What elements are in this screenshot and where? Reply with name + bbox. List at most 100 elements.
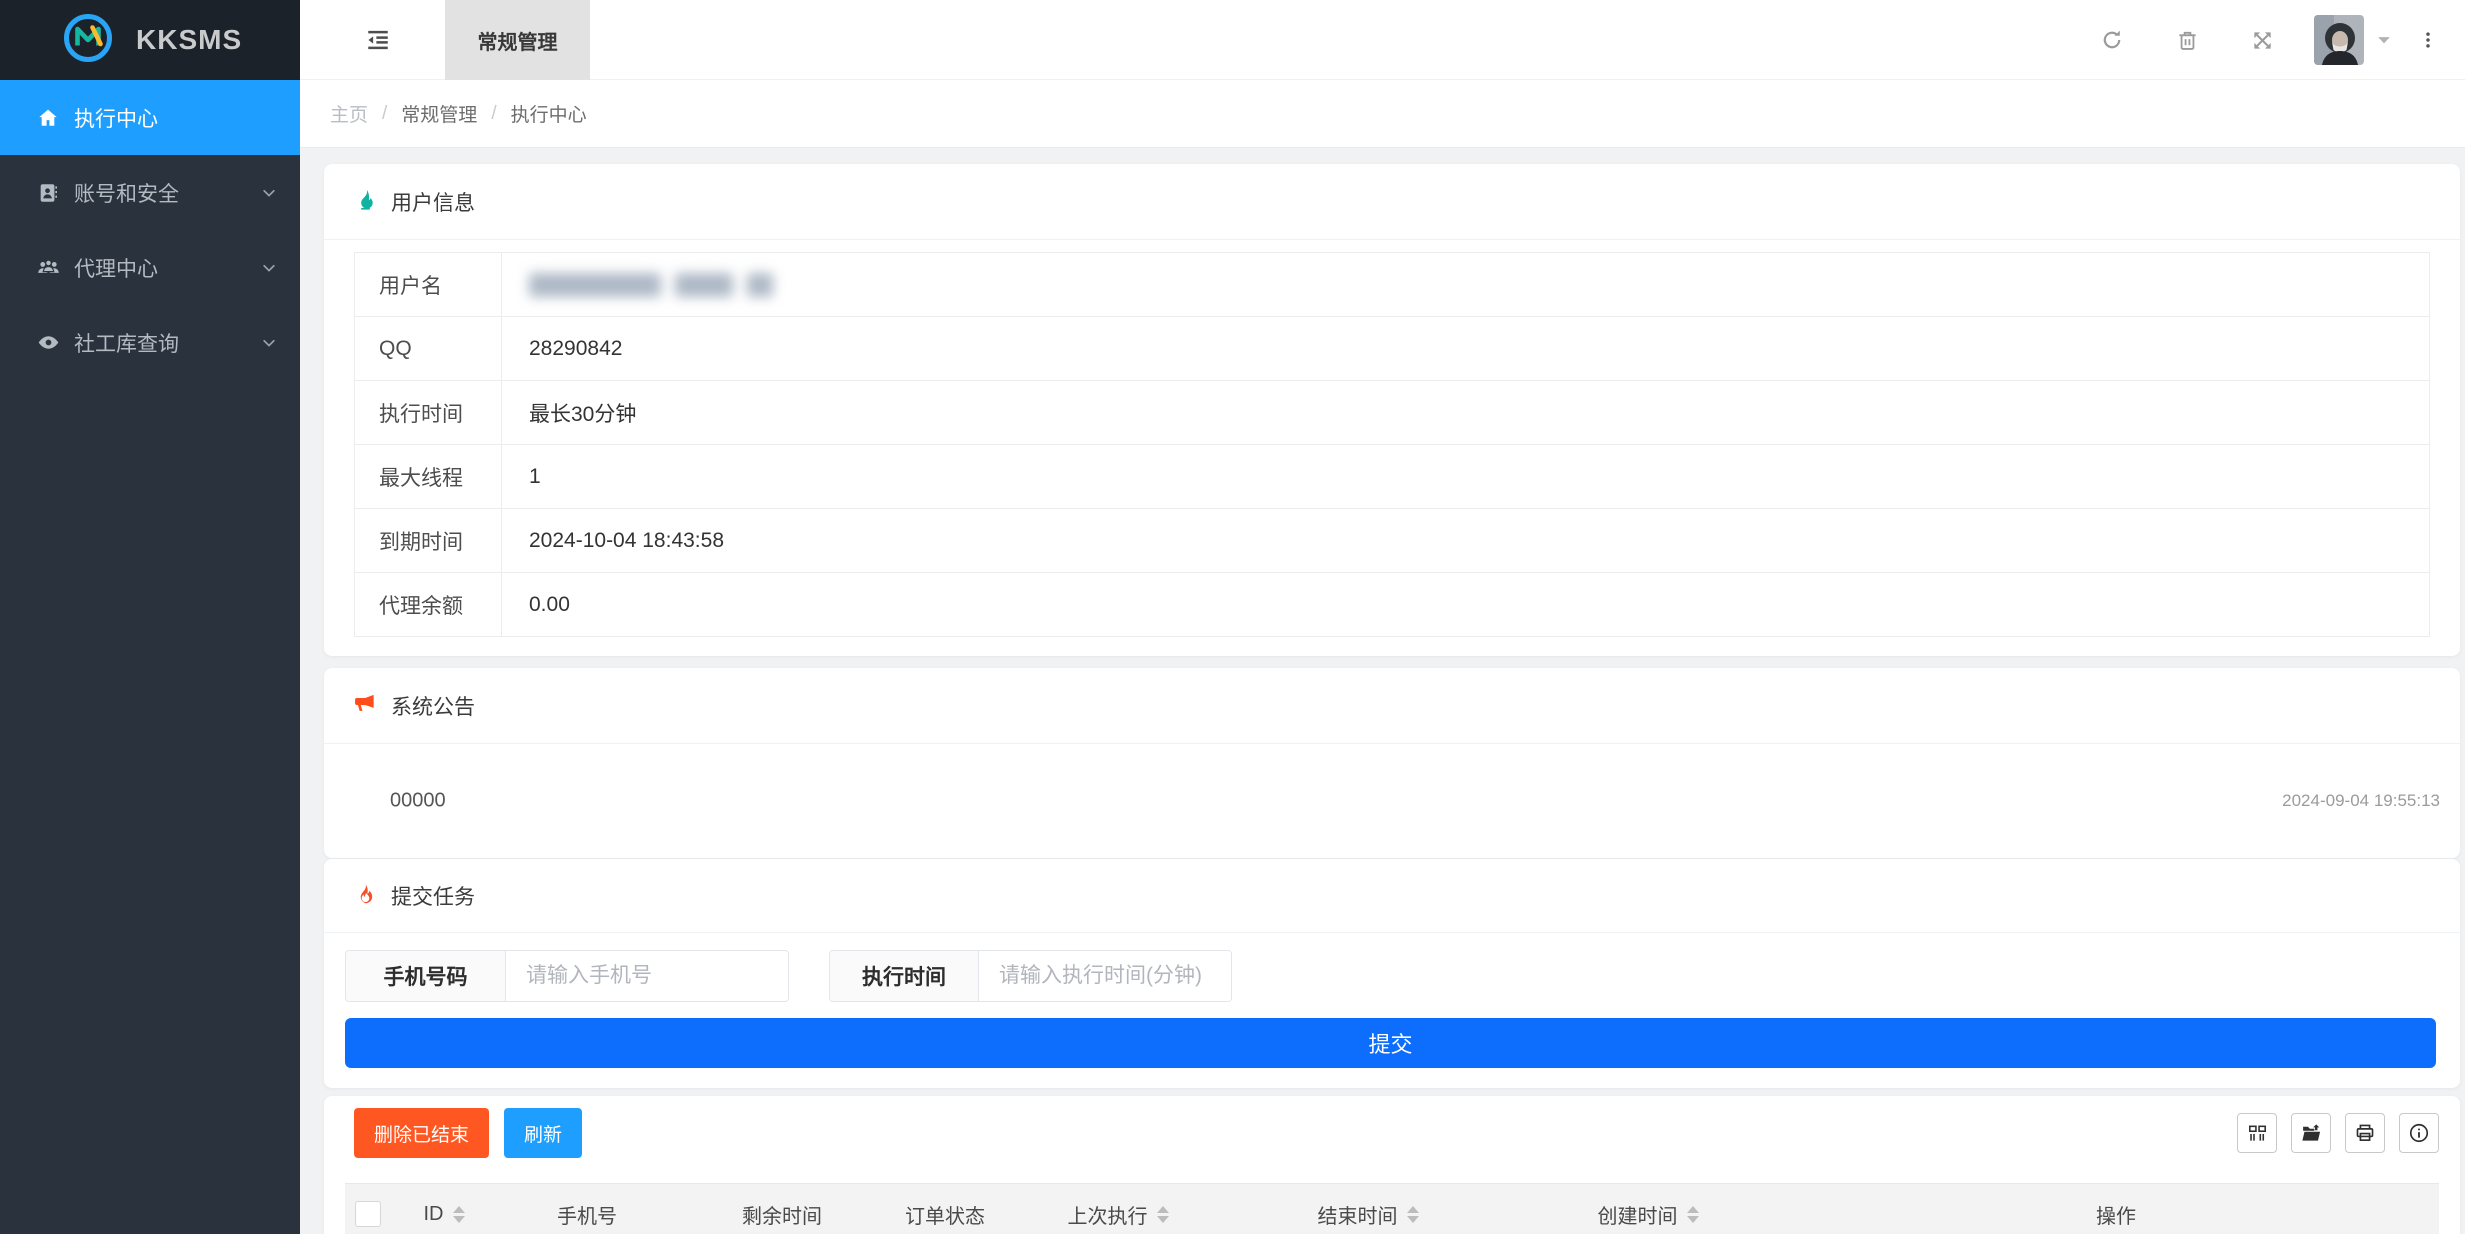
collapse-sidebar-icon[interactable] — [352, 0, 404, 80]
column-label: 手机号 — [557, 1200, 617, 1229]
sidebar-item-label: 账号和安全 — [74, 178, 179, 208]
column-label: 结束时间 — [1318, 1200, 1398, 1229]
user-info-card: 用户信息 用户名 QQ 28290842 执行时间 最长30分钟 最大线程 1 — [324, 164, 2460, 656]
phone-label: 手机号码 — [346, 951, 506, 1001]
row-value — [502, 253, 2429, 316]
table-row: 用户名 — [355, 253, 2429, 317]
row-label: 用户名 — [355, 253, 502, 316]
sidebar: KKSMS 执行中心 账号和安全 — [0, 0, 300, 1234]
bullhorn-icon — [354, 692, 377, 720]
topbar-actions — [2100, 0, 2438, 80]
notice-card-header: 系统公告 — [324, 668, 2460, 744]
avatar — [2314, 15, 2364, 65]
row-value: 1 — [502, 445, 2429, 508]
column-header-id[interactable]: ID — [391, 1203, 497, 1226]
contact-card-icon — [36, 182, 60, 204]
column-header-actions: 操作 — [1793, 1200, 2439, 1229]
fullscreen-icon[interactable] — [2251, 29, 2274, 52]
phone-input[interactable] — [506, 951, 788, 1001]
user-menu[interactable] — [2314, 15, 2394, 65]
submit-task-card: 提交任务 手机号码 执行时间 提交 — [324, 859, 2460, 1088]
sort-icon — [1157, 1206, 1169, 1223]
table-row: 执行时间 最长30分钟 — [355, 381, 2429, 445]
sort-icon — [1407, 1206, 1419, 1223]
sort-icon — [1687, 1206, 1699, 1223]
app-frame: KKSMS 执行中心 账号和安全 — [0, 0, 2465, 1234]
caret-down-icon — [2374, 30, 2394, 50]
notice-timestamp: 2024-09-04 19:55:13 — [2282, 791, 2440, 811]
refresh-icon[interactable] — [2100, 28, 2124, 52]
export-button[interactable] — [2291, 1113, 2331, 1153]
chevron-down-icon — [260, 259, 278, 277]
flame-red-icon — [354, 882, 377, 910]
sidebar-item-label: 代理中心 — [74, 253, 158, 283]
row-label: QQ — [355, 317, 502, 380]
print-button[interactable] — [2345, 1113, 2385, 1153]
breadcrumb-current: 执行中心 — [511, 100, 587, 127]
task-form: 手机号码 执行时间 — [345, 950, 1232, 1002]
task-card-header: 提交任务 — [324, 859, 2460, 933]
sidebar-item-account-security[interactable]: 账号和安全 — [0, 155, 300, 230]
column-header-status: 订单状态 — [887, 1200, 1003, 1229]
users-icon — [36, 256, 60, 279]
system-notice-card: 系统公告 00000 2024-09-04 19:55:13 — [324, 668, 2460, 858]
sort-icon — [453, 1206, 465, 1223]
sidebar-item-label: 社工库查询 — [74, 328, 179, 358]
notice-body: 00000 2024-09-04 19:55:13 — [324, 744, 2460, 857]
delete-finished-button[interactable]: 删除已结束 — [354, 1108, 489, 1158]
breadcrumb: 主页 / 常规管理 / 执行中心 — [300, 80, 2465, 148]
tab-general-management[interactable]: 常规管理 — [445, 0, 590, 80]
topbar: 常规管理 — [300, 0, 2465, 80]
column-header-last-exec[interactable]: 上次执行 — [1003, 1200, 1233, 1229]
select-all-checkbox[interactable] — [355, 1201, 381, 1227]
info-button[interactable] — [2399, 1113, 2439, 1153]
sidebar-item-database-query[interactable]: 社工库查询 — [0, 305, 300, 380]
chevron-down-icon — [260, 184, 278, 202]
duration-input[interactable] — [979, 951, 1231, 1001]
brand-logo-icon — [62, 12, 114, 69]
trash-icon[interactable] — [2176, 29, 2199, 52]
home-icon — [36, 107, 60, 129]
breadcrumb-separator: / — [491, 103, 496, 125]
row-label: 代理余额 — [355, 573, 502, 636]
app-window: KKSMS 执行中心 账号和安全 — [0, 0, 2465, 1234]
row-label: 到期时间 — [355, 509, 502, 572]
column-header-phone: 手机号 — [497, 1200, 677, 1229]
column-label: 上次执行 — [1068, 1200, 1148, 1229]
columns-toggle-button[interactable] — [2237, 1113, 2277, 1153]
user-info-table: 用户名 QQ 28290842 执行时间 最长30分钟 最大线程 1 到期时间 … — [354, 252, 2430, 637]
card-title: 提交任务 — [391, 881, 475, 911]
row-label: 执行时间 — [355, 381, 502, 444]
column-label: 操作 — [2096, 1200, 2136, 1229]
submit-button[interactable]: 提交 — [345, 1018, 2436, 1068]
column-label: 订单状态 — [905, 1200, 985, 1229]
duration-input-group: 执行时间 — [829, 950, 1232, 1002]
sidebar-item-exec-center[interactable]: 执行中心 — [0, 80, 300, 155]
sidebar-item-label: 执行中心 — [74, 103, 158, 133]
refresh-list-button[interactable]: 刷新 — [504, 1108, 582, 1158]
table-toolbar-icons — [2237, 1113, 2439, 1153]
eye-icon — [36, 331, 60, 354]
breadcrumb-separator: / — [382, 103, 387, 125]
row-value: 28290842 — [502, 317, 2429, 380]
table-header-row: ID 手机号 剩余时间 订单状态 上次执行 结束时间 — [345, 1184, 2439, 1234]
kebab-menu-icon[interactable] — [2418, 30, 2438, 50]
select-all-cell — [345, 1201, 391, 1227]
breadcrumb-home[interactable]: 主页 — [330, 100, 368, 127]
column-header-create-time[interactable]: 创建时间 — [1503, 1200, 1793, 1229]
table-header: ID 手机号 剩余时间 订单状态 上次执行 结束时间 — [345, 1183, 2439, 1234]
column-header-end-time[interactable]: 结束时间 — [1233, 1200, 1503, 1229]
notice-content: 00000 — [390, 789, 446, 812]
breadcrumb-section: 常规管理 — [401, 100, 477, 127]
column-label: 剩余时间 — [742, 1200, 822, 1229]
brand-logo[interactable]: KKSMS — [0, 0, 300, 80]
masked-value — [529, 273, 773, 297]
table-row: 最大线程 1 — [355, 445, 2429, 509]
row-value: 0.00 — [502, 573, 2429, 636]
sidebar-item-agent-center[interactable]: 代理中心 — [0, 230, 300, 305]
flame-teal-icon — [354, 188, 377, 216]
table-row: 到期时间 2024-10-04 18:43:58 — [355, 509, 2429, 573]
column-header-remaining: 剩余时间 — [677, 1200, 887, 1229]
brand-name: KKSMS — [136, 24, 242, 56]
card-title: 用户信息 — [391, 187, 475, 217]
